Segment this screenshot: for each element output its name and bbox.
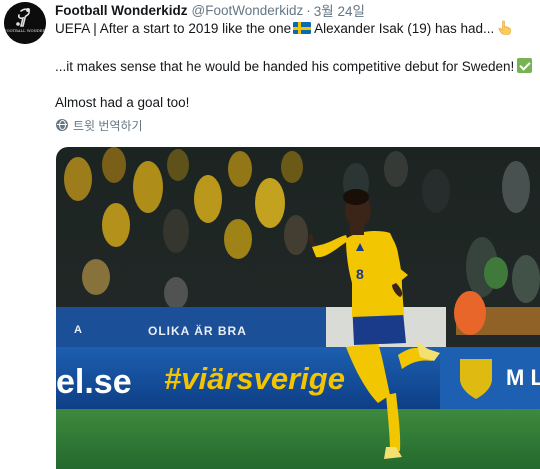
globe-icon [56, 119, 68, 131]
tweet-text-part-2: Alexander Isak (19) has had... [314, 21, 495, 36]
tweet-photo[interactable]: A OLIKA ÄR BRA el.se #viärsverige M Le 8 [56, 147, 540, 469]
tweet-text-part-4: Almost had a goal too! [55, 95, 190, 110]
tweet-text-part-3: ...it makes sense that he would be hande… [55, 59, 515, 74]
avatar-logo-text: FOOTBALL WONDERKIDZ [4, 29, 46, 33]
translate-tweet-label: 트윗 번역하기 [73, 118, 143, 133]
tweet-photo-image: A OLIKA ÄR BRA el.se #viärsverige M Le 8 [56, 147, 540, 469]
check-mark-icon [517, 58, 533, 73]
ad-board-lower-left: el.se [56, 363, 132, 401]
display-name[interactable]: Football Wonderkidz [55, 3, 188, 18]
pointing-up-hand-icon [498, 20, 512, 40]
translate-tweet-link[interactable]: 트윗 번역하기 [55, 117, 540, 133]
shirt-number: 8 [356, 266, 364, 282]
tweet-header: Football Wonderkidz @FootWonderkidz · 3월… [55, 0, 540, 20]
tweet: Football Wonderkidz @FootWonderkidz · 3월… [55, 0, 540, 133]
timestamp[interactable]: 3월 24일 [314, 0, 365, 20]
sweden-flag-icon [293, 22, 312, 34]
user-handle[interactable]: @FootWonderkidz [192, 3, 304, 18]
ad-board-lower-middle: #viärsverige [164, 361, 345, 396]
tweet-text-part-1: UEFA | After a start to 2019 like the on… [55, 21, 292, 36]
ad-board-upper-left: OLIKA ÄR BRA [148, 323, 247, 338]
tweet-text-line-2: ...it makes sense that he would be hande… [55, 58, 540, 76]
tweet-text-line-1: UEFA | After a start to 2019 like the on… [55, 20, 540, 40]
header-separator: · [306, 2, 311, 18]
ad-board-lower-right: M Le [506, 365, 540, 390]
avatar[interactable]: FOOTBALL WONDERKIDZ [4, 2, 46, 44]
football-wonderkidz-logo-icon [4, 2, 46, 44]
tweet-text-line-3: Almost had a goal too! [55, 94, 540, 112]
svg-text:A: A [74, 324, 82, 336]
